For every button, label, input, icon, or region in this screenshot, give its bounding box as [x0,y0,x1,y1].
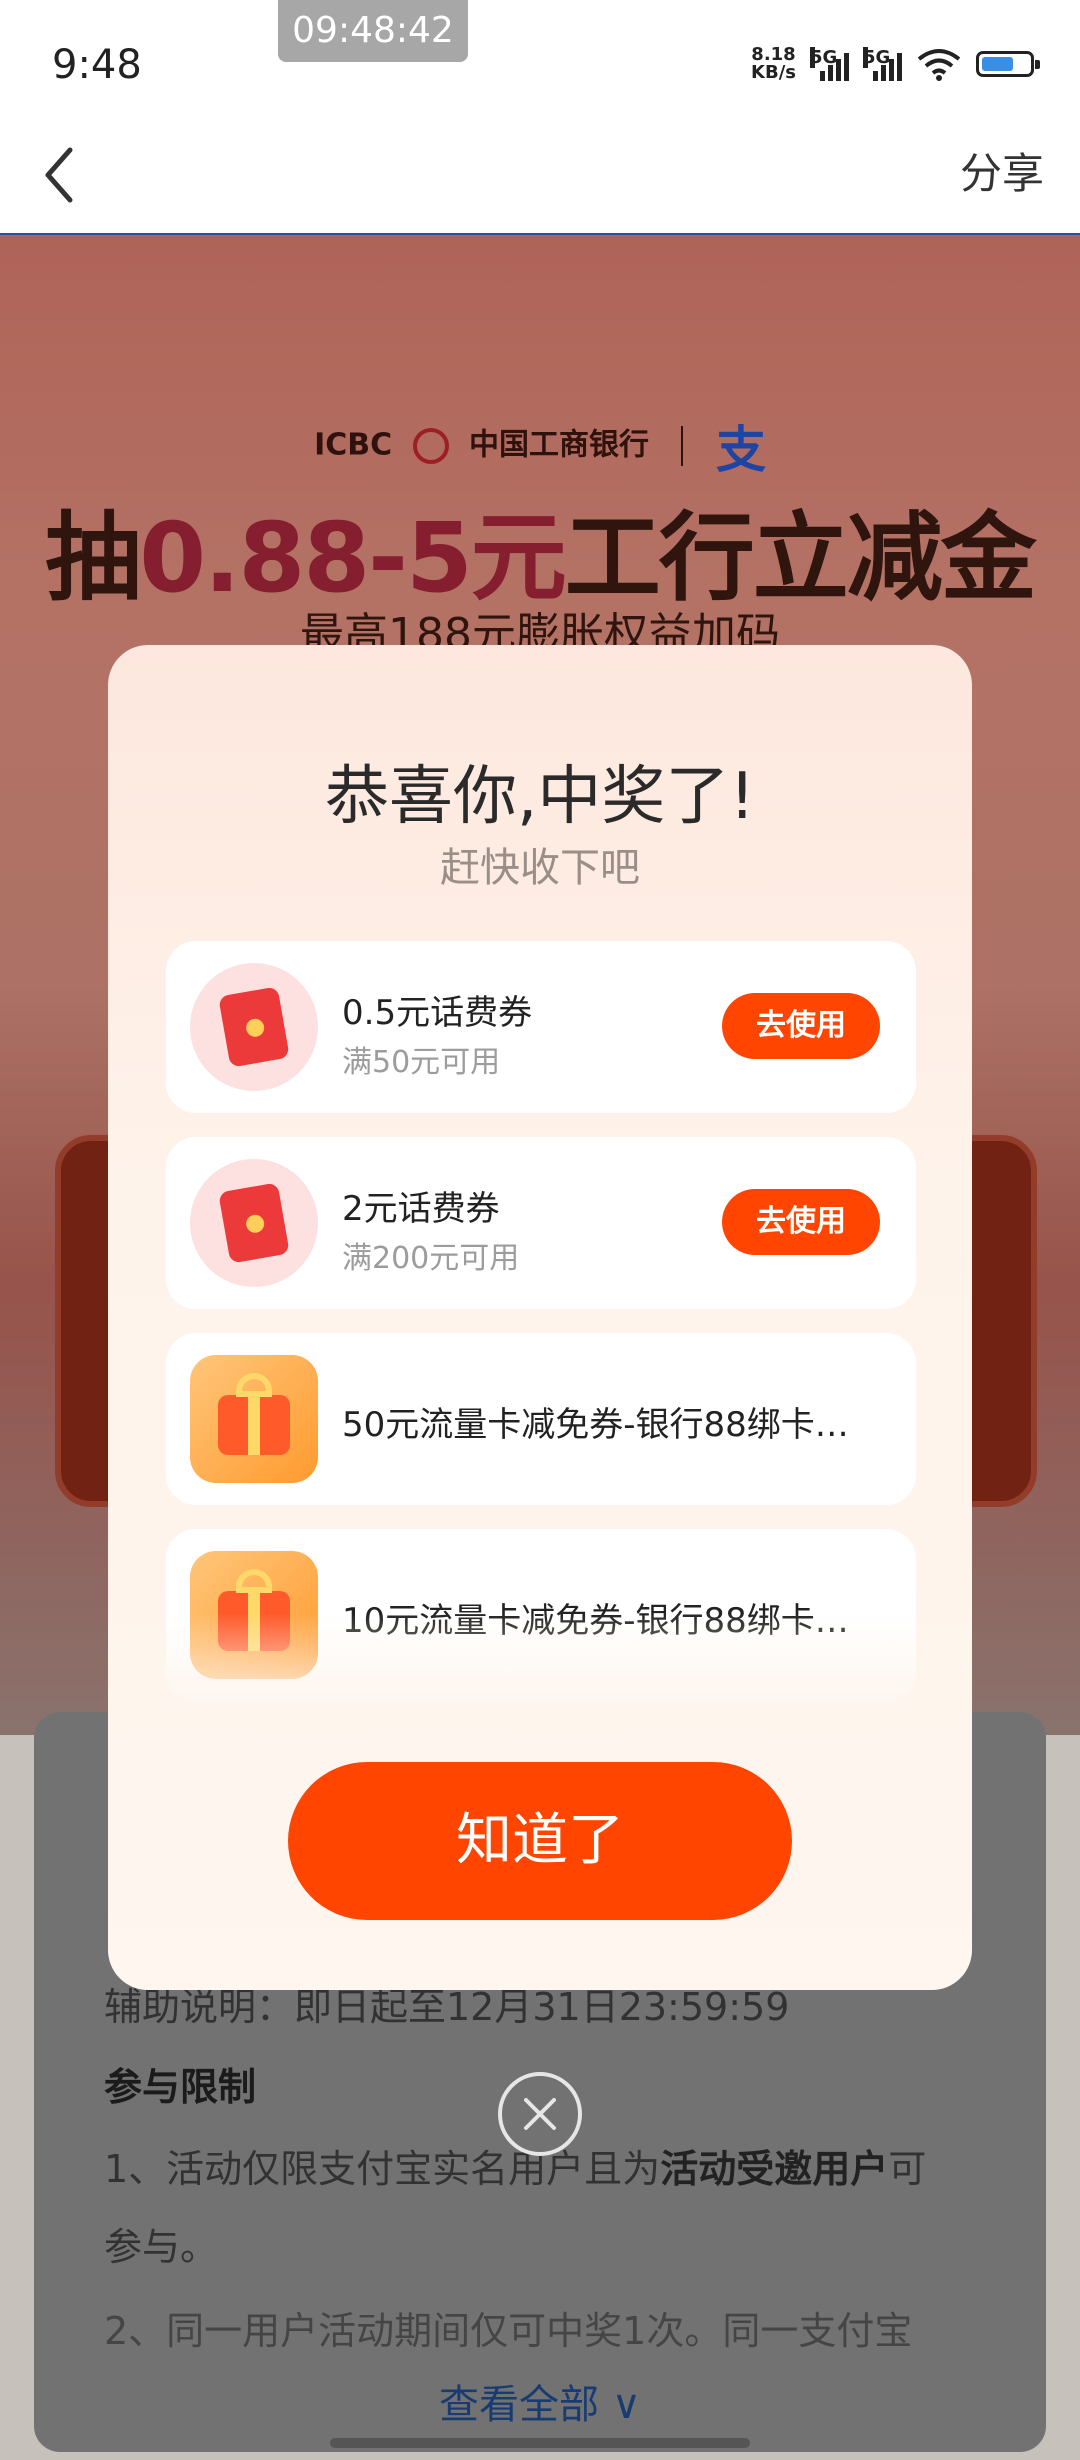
gift-box-icon [190,1355,318,1483]
back-button[interactable] [30,138,90,208]
ok-button[interactable]: 知道了 [288,1762,792,1920]
prize-name: 2元话费券 [342,1189,500,1229]
battery-level [982,57,1013,71]
share-button[interactable]: 分享 [960,140,1044,201]
close-dialog-button[interactable] [498,2072,582,2156]
chevron-left-icon [45,147,73,203]
nav-bar: 分享 [0,118,1080,235]
red-envelope-icon [190,963,318,1091]
screen-recording-timer: 09:48:42 [278,0,468,62]
prize-name: 0.5元话费券 [342,993,533,1033]
home-indicator[interactable] [330,2438,750,2448]
network-speed: 8.18 KB/s [751,46,796,82]
signal-icon-sim1: 5G [810,47,849,81]
dialog-subtitle: 赶快收下吧 [440,845,640,891]
battery-icon [976,51,1040,77]
use-coupon-button[interactable]: 去使用 [722,993,880,1059]
status-icons: 8.18 KB/s 5G 5G [751,46,1040,82]
red-envelope-icon [190,1159,318,1287]
network-speed-unit: KB/s [751,62,796,83]
prize-condition: 满200元可用 [342,1241,520,1276]
prize-name: 50元流量卡减免券-银行88绑卡… [342,1405,849,1445]
sim2-label: 5G [863,47,891,68]
close-icon [524,2098,556,2130]
prize-item: 0.5元话费券 满50元可用 去使用 [166,941,916,1113]
prize-condition: 满50元可用 [342,1045,501,1080]
use-coupon-button[interactable]: 去使用 [722,1189,880,1255]
sim1-label: 5G [810,47,838,68]
wifi-icon [917,49,961,81]
prize-list[interactable]: 0.5元话费券 满50元可用 去使用 2元话费券 满200元可用 去使用 50元… [166,941,916,1713]
list-fade [166,1613,916,1713]
prize-dialog: 恭喜你,中奖了! 赶快收下吧 0.5元话费券 满50元可用 去使用 2元话费券 … [108,645,972,1990]
signal-icon-sim2: 5G [863,47,902,81]
status-time: 9:48 [52,42,142,88]
prize-item: 50元流量卡减免券-银行88绑卡… [166,1333,916,1505]
prize-item: 2元话费券 满200元可用 去使用 [166,1137,916,1309]
dialog-title: 恭喜你,中奖了! [325,760,755,834]
